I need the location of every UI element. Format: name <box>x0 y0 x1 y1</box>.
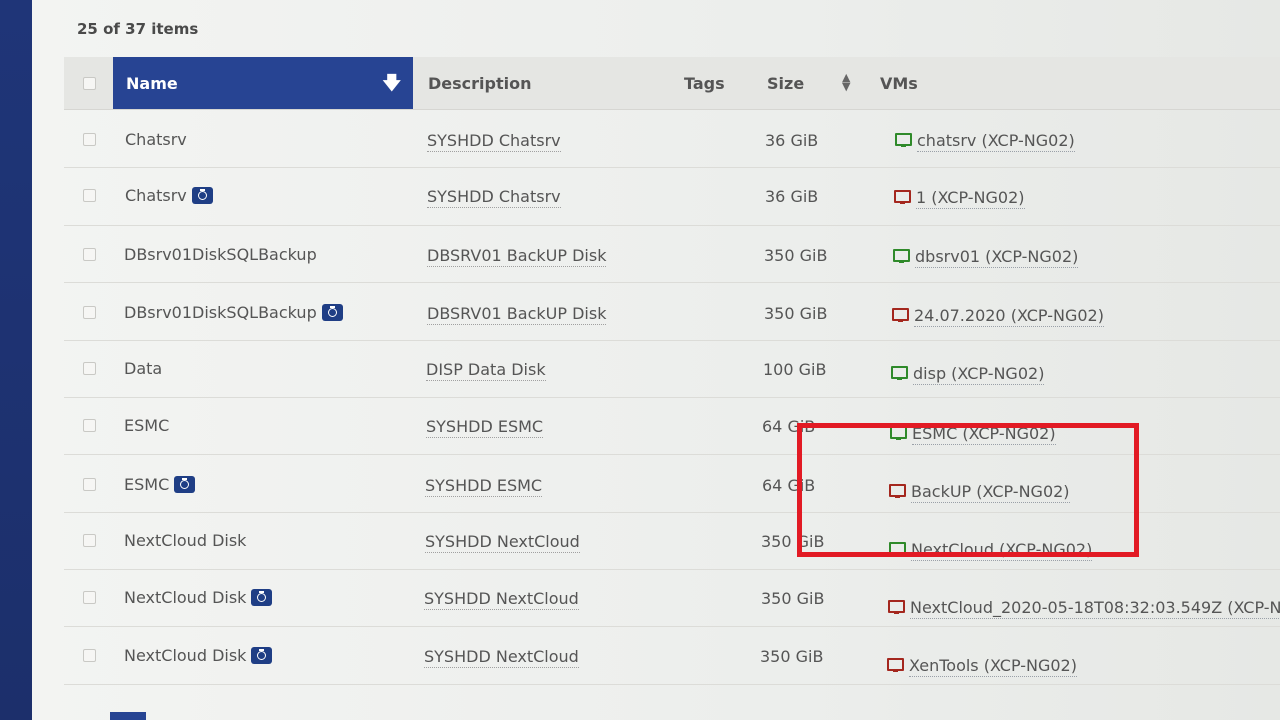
vdi-name-label: Chatsrv <box>125 130 187 149</box>
vm-label: 1 (XCP-NG02) <box>916 188 1025 209</box>
vdi-name-label: Chatsrv <box>125 186 187 205</box>
vdi-name-label: NextCloud Disk <box>124 588 247 607</box>
row-checkbox[interactable] <box>83 478 96 491</box>
column-header-description[interactable]: Description <box>428 57 531 109</box>
vdi-size: 350 GiB <box>760 647 824 666</box>
camera-icon <box>321 304 343 321</box>
vm-label: dbsrv01 (XCP-NG02) <box>915 247 1079 268</box>
vdi-name[interactable]: Chatsrv <box>125 130 187 149</box>
vdi-name[interactable]: ESMC <box>124 475 196 494</box>
vdi-description[interactable]: SYSHDD ESMC <box>426 417 544 438</box>
vm-link[interactable]: 1 (XCP-NG02) <box>894 188 1025 209</box>
arrow-down-icon[interactable]: 🡇 <box>382 57 401 111</box>
camera-icon <box>251 589 273 606</box>
monitor-halted-icon <box>888 600 905 615</box>
monitor-halted-icon <box>892 308 909 323</box>
vdi-name[interactable]: NextCloud Disk <box>124 531 246 550</box>
vm-label: disp (XCP-NG02) <box>913 364 1045 385</box>
monitor-running-icon <box>891 366 908 381</box>
row-checkbox[interactable] <box>83 362 96 375</box>
vdi-name[interactable]: Data <box>124 359 162 378</box>
vdi-description[interactable]: DISP Data Disk <box>426 360 546 381</box>
vdi-name[interactable]: NextCloud Disk <box>124 588 273 607</box>
table-row[interactable]: NextCloud Disk SYSHDD NextCloud 350 GiB Xen… <box>64 627 1280 685</box>
monitor-halted-icon <box>887 658 904 673</box>
vdi-size: 350 GiB <box>764 246 828 265</box>
vdi-name-label: DBsrv01DiskSQLBackup <box>124 245 317 264</box>
vdi-description[interactable]: SYSHDD Chatsrv <box>427 131 561 152</box>
monitor-halted-icon <box>894 190 911 205</box>
table-row[interactable]: Chatsrv SYSHDD Chatsrv 36 GiB chatsrv (XCP-… <box>64 110 1280 168</box>
row-checkbox[interactable] <box>83 649 96 662</box>
monitor-running-icon <box>893 249 910 264</box>
vm-link[interactable]: XenTools (XCP-NG02) <box>887 656 1077 677</box>
vm-label: XenTools (XCP-NG02) <box>909 656 1077 677</box>
vdi-name-label: ESMC <box>124 475 170 494</box>
row-checkbox[interactable] <box>83 306 96 319</box>
vm-link[interactable]: disp (XCP-NG02) <box>891 364 1045 385</box>
vdi-name-label: Data <box>124 359 163 378</box>
vdi-description[interactable]: DBSRV01 BackUP Disk <box>427 246 607 267</box>
vdi-name-label: DBsrv01DiskSQLBackup <box>124 303 317 322</box>
row-checkbox[interactable] <box>83 591 96 604</box>
table-row[interactable]: DBsrv01DiskSQLBackup DBSRV01 BackUP Disk 3… <box>64 225 1280 283</box>
vdi-name-label: ESMC <box>124 416 170 435</box>
table-row[interactable]: Chatsrv SYSHDD Chatsrv 36 GiB 1 (XCP-NG02) <box>64 168 1280 226</box>
items-count: 25 of 37 items <box>77 20 199 38</box>
vdi-description[interactable]: SYSHDD NextCloud <box>424 647 579 668</box>
vdi-name[interactable]: ESMC <box>124 416 169 435</box>
camera-icon <box>191 187 213 204</box>
vm-link[interactable]: NextCloud_2020-05-18T08:32:03.549Z (XCP-… <box>888 598 1280 619</box>
column-header-tags[interactable]: Tags <box>684 57 725 109</box>
pagination-strip[interactable] <box>110 712 146 720</box>
select-all-checkbox[interactable] <box>83 77 96 90</box>
annotation-highlight-box <box>797 423 1139 557</box>
screen: 25 of 37 items Description Tags Size VMs… <box>0 0 1280 720</box>
vdi-description[interactable]: SYSHDD Chatsrv <box>427 187 561 208</box>
camera-icon <box>251 647 273 664</box>
vm-label: 24.07.2020 (XCP-NG02) <box>914 306 1104 327</box>
sort-icon[interactable]: ▲ ▼ <box>842 72 850 92</box>
vdi-description[interactable]: SYSHDD ESMC <box>425 476 543 497</box>
table-row[interactable]: DBsrv01DiskSQLBackup DBSRV01 BackUP Disk 3… <box>64 283 1280 341</box>
table-row[interactable]: NextCloud Disk SYSHDD NextCloud 350 GiB Nex… <box>64 569 1280 627</box>
column-header-vms[interactable]: VMs <box>880 57 918 109</box>
vm-label: NextCloud_2020-05-18T08:32:03.549Z (XCP-… <box>910 598 1280 619</box>
vm-link[interactable]: 24.07.2020 (XCP-NG02) <box>892 306 1104 327</box>
row-checkbox[interactable] <box>83 534 96 547</box>
vm-label: chatsrv (XCP-NG02) <box>917 131 1075 152</box>
row-checkbox[interactable] <box>83 189 96 202</box>
table-row[interactable]: Data DISP Data Disk 100 GiB disp (XCP-NG02) <box>64 340 1280 398</box>
column-header-name[interactable]: Name 🡇 <box>113 57 413 109</box>
vdi-name[interactable]: NextCloud Disk <box>124 646 273 665</box>
sidebar-strip <box>0 0 32 720</box>
camera-icon <box>174 476 196 493</box>
column-header-name-label: Name <box>126 74 178 93</box>
vdi-size: 100 GiB <box>763 360 827 379</box>
vdi-size: 36 GiB <box>765 131 819 150</box>
vdi-size: 350 GiB <box>761 589 825 608</box>
vdi-name[interactable]: Chatsrv <box>125 186 213 205</box>
vm-link[interactable]: dbsrv01 (XCP-NG02) <box>893 247 1079 268</box>
row-checkbox[interactable] <box>83 248 96 261</box>
vdi-name[interactable]: DBsrv01DiskSQLBackup <box>124 245 317 264</box>
vdi-name-label: NextCloud Disk <box>124 646 247 665</box>
vdi-description[interactable]: DBSRV01 BackUP Disk <box>427 304 607 325</box>
column-header-size[interactable]: Size <box>767 57 804 109</box>
row-checkbox[interactable] <box>83 419 96 432</box>
vdi-size: 350 GiB <box>764 304 828 323</box>
vdi-name[interactable]: DBsrv01DiskSQLBackup <box>124 303 343 322</box>
vdi-size: 36 GiB <box>765 187 819 206</box>
vm-link[interactable]: chatsrv (XCP-NG02) <box>895 131 1075 152</box>
vdi-name-label: NextCloud Disk <box>124 531 247 550</box>
vdi-description[interactable]: SYSHDD NextCloud <box>424 589 579 610</box>
vdi-description[interactable]: SYSHDD NextCloud <box>425 532 580 553</box>
monitor-running-icon <box>895 133 912 148</box>
row-checkbox[interactable] <box>83 133 96 146</box>
